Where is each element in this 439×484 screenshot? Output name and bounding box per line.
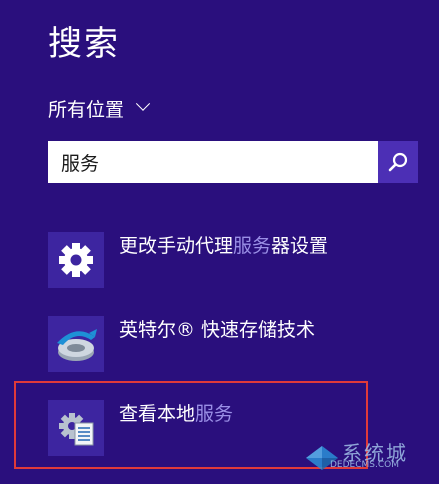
chevron-down-icon (135, 96, 151, 111)
search-scope-dropdown[interactable]: 所有位置 (48, 94, 151, 122)
search-button[interactable] (378, 141, 418, 183)
search-box (48, 141, 418, 183)
result-label: 英特尔® 快速存储技术 (119, 319, 316, 341)
result-proxy-settings[interactable]: 更改手动代理服务器设置 (48, 232, 378, 288)
search-scope-label: 所有位置 (48, 98, 125, 121)
result-tile (48, 316, 104, 372)
search-icon (388, 152, 408, 172)
result-label: 更改手动代理服务器设置 (119, 235, 329, 257)
search-title: 搜索 (48, 24, 120, 64)
watermark-url: DEDECMS.COM (330, 460, 399, 470)
search-input[interactable] (48, 141, 378, 183)
intel-rst-icon (57, 329, 97, 361)
result-tile (48, 232, 104, 288)
gear-icon (59, 243, 93, 277)
result-intel-rst[interactable]: 英特尔® 快速存储技术 (48, 316, 378, 372)
